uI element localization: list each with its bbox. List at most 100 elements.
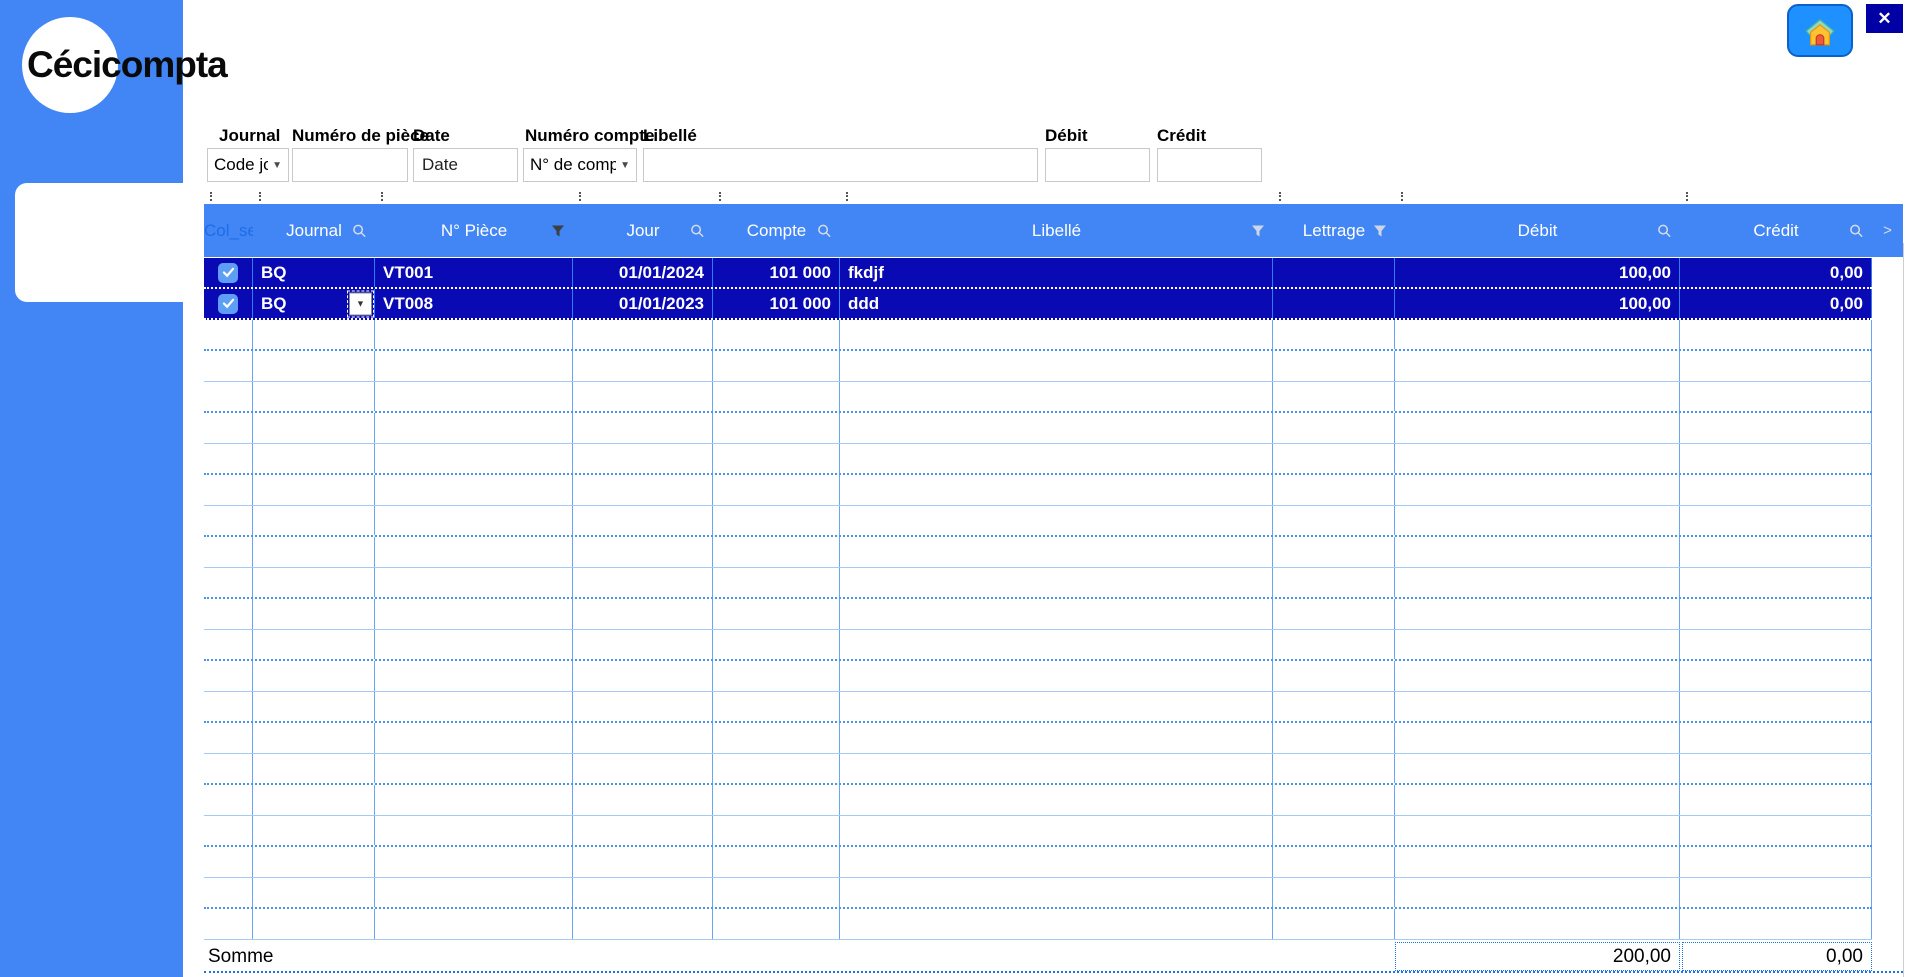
compte-filter-value: N° de compte bbox=[530, 155, 616, 175]
cell-libelle[interactable]: fkdjf bbox=[840, 258, 1273, 287]
cell-piece[interactable]: VT001 bbox=[375, 258, 573, 287]
credit-filter-input[interactable] bbox=[1157, 148, 1262, 182]
search-icon[interactable] bbox=[1849, 223, 1864, 238]
journal-filter-select[interactable]: Code journ ▼ bbox=[207, 148, 289, 182]
date-filter-label: Date bbox=[413, 126, 450, 146]
row-select-cell[interactable] bbox=[204, 258, 253, 287]
empty-rows bbox=[204, 320, 1872, 940]
sidebar bbox=[0, 0, 183, 977]
grid-header-row: Col_se Journal N° Pièce Jour Compte bbox=[204, 204, 1903, 257]
scroll-right-button[interactable]: > bbox=[1872, 204, 1903, 257]
cell-debit[interactable]: 100,00 bbox=[1395, 258, 1680, 287]
empty-grid-row[interactable] bbox=[204, 816, 1872, 847]
debit-total: 200,00 bbox=[1395, 942, 1680, 971]
empty-grid-row[interactable] bbox=[204, 785, 1872, 816]
empty-grid-row[interactable] bbox=[204, 847, 1872, 878]
date-filter-input[interactable] bbox=[413, 148, 518, 182]
header-col-compte[interactable]: Compte bbox=[713, 204, 840, 257]
empty-grid-row[interactable] bbox=[204, 630, 1872, 661]
column-resize-handle[interactable] bbox=[719, 192, 721, 201]
header-col-journal[interactable]: Journal bbox=[253, 204, 375, 257]
credit-filter-label: Crédit bbox=[1157, 126, 1206, 146]
filter-icon[interactable] bbox=[1373, 224, 1387, 237]
journal-entries-grid: Col_se Journal N° Pièce Jour Compte bbox=[204, 204, 1903, 973]
empty-grid-row[interactable] bbox=[204, 723, 1872, 754]
credit-total: 0,00 bbox=[1682, 942, 1872, 971]
home-button[interactable] bbox=[1787, 4, 1853, 57]
journal-filter-label: Journal bbox=[219, 126, 280, 146]
column-resize-handle[interactable] bbox=[846, 192, 848, 201]
cell-piece[interactable]: VT008 bbox=[375, 289, 573, 318]
empty-grid-row[interactable] bbox=[204, 382, 1872, 413]
column-resize-handle[interactable] bbox=[259, 192, 261, 201]
empty-grid-row[interactable] bbox=[204, 537, 1872, 568]
cell-libelle[interactable]: ddd bbox=[840, 289, 1273, 318]
column-resize-handle[interactable] bbox=[210, 192, 212, 201]
empty-grid-row[interactable] bbox=[204, 320, 1872, 351]
empty-grid-row[interactable] bbox=[204, 599, 1872, 630]
cell-lettrage[interactable] bbox=[1273, 289, 1395, 318]
cell-journal[interactable]: BQ ▼ bbox=[253, 289, 375, 318]
empty-grid-row[interactable] bbox=[204, 351, 1872, 382]
cell-journal[interactable]: BQ bbox=[253, 258, 375, 287]
chevron-right-icon: > bbox=[1883, 222, 1892, 239]
sidebar-item-selected[interactable] bbox=[15, 183, 183, 302]
filter-icon[interactable] bbox=[551, 224, 565, 237]
libelle-filter-label: Libellé bbox=[643, 126, 697, 146]
cell-credit[interactable]: 0,00 bbox=[1680, 289, 1872, 318]
column-resize-handle[interactable] bbox=[1401, 192, 1403, 201]
chevron-down-icon: ▼ bbox=[620, 160, 630, 171]
cell-compte[interactable]: 101 000 bbox=[713, 289, 840, 318]
header-col-select[interactable]: Col_se bbox=[204, 204, 253, 257]
cell-jour[interactable]: 01/01/2024 bbox=[573, 258, 713, 287]
header-col-jour[interactable]: Jour bbox=[573, 204, 713, 257]
empty-grid-row[interactable] bbox=[204, 692, 1872, 723]
column-resize-handle[interactable] bbox=[1686, 192, 1688, 201]
empty-grid-row[interactable] bbox=[204, 475, 1872, 506]
row-select-cell[interactable] bbox=[204, 289, 253, 318]
compte-filter-select[interactable]: N° de compte ▼ bbox=[523, 148, 637, 182]
libelle-filter-input[interactable] bbox=[643, 148, 1038, 182]
empty-grid-row[interactable] bbox=[204, 413, 1872, 444]
cell-debit[interactable]: 100,00 bbox=[1395, 289, 1680, 318]
header-col-piece[interactable]: N° Pièce bbox=[375, 204, 573, 257]
debit-filter-label: Débit bbox=[1045, 126, 1088, 146]
empty-grid-row[interactable] bbox=[204, 909, 1872, 940]
grid-footer-row: Somme 200,00 0,00 bbox=[204, 940, 1903, 973]
filter-icon[interactable] bbox=[1251, 224, 1265, 237]
column-resize-handle[interactable] bbox=[381, 192, 383, 201]
column-resize-handle[interactable] bbox=[579, 192, 581, 201]
cell-dropdown-button[interactable]: ▼ bbox=[349, 292, 372, 315]
search-icon[interactable] bbox=[1657, 223, 1672, 238]
search-icon[interactable] bbox=[690, 223, 705, 238]
header-col-debit[interactable]: Débit bbox=[1395, 204, 1680, 257]
search-icon[interactable] bbox=[352, 223, 367, 238]
chevron-down-icon: ▼ bbox=[272, 160, 282, 171]
cell-jour[interactable]: 01/01/2023 bbox=[573, 289, 713, 318]
compte-filter-label: Numéro compte bbox=[525, 126, 654, 146]
cell-compte[interactable]: 101 000 bbox=[713, 258, 840, 287]
empty-grid-row[interactable] bbox=[204, 878, 1872, 909]
cell-credit[interactable]: 0,00 bbox=[1680, 258, 1872, 287]
empty-grid-row[interactable] bbox=[204, 754, 1872, 785]
piece-filter-input[interactable] bbox=[292, 148, 408, 182]
close-button[interactable]: ✕ bbox=[1866, 4, 1903, 33]
search-icon[interactable] bbox=[817, 223, 832, 238]
header-col-libelle[interactable]: Libellé bbox=[840, 204, 1273, 257]
scrollbar-track bbox=[1903, 243, 1904, 977]
row-checkbox-checked[interactable] bbox=[218, 294, 238, 314]
app-title: Cécicompta bbox=[27, 44, 227, 86]
table-row-selected[interactable]: BQ ▼ VT008 01/01/2023 101 000 ddd 100,00… bbox=[204, 289, 1872, 320]
empty-grid-row[interactable] bbox=[204, 506, 1872, 537]
empty-grid-row[interactable] bbox=[204, 568, 1872, 599]
house-icon bbox=[1800, 12, 1840, 50]
row-checkbox-checked[interactable] bbox=[218, 263, 238, 283]
header-col-lettrage[interactable]: Lettrage bbox=[1273, 204, 1395, 257]
header-col-credit[interactable]: Crédit bbox=[1680, 204, 1872, 257]
empty-grid-row[interactable] bbox=[204, 661, 1872, 692]
debit-filter-input[interactable] bbox=[1045, 148, 1150, 182]
column-resize-handle[interactable] bbox=[1279, 192, 1281, 201]
empty-grid-row[interactable] bbox=[204, 444, 1872, 475]
table-row-selected[interactable]: BQ VT001 01/01/2024 101 000 fkdjf 100,00… bbox=[204, 258, 1872, 289]
cell-lettrage[interactable] bbox=[1273, 258, 1395, 287]
